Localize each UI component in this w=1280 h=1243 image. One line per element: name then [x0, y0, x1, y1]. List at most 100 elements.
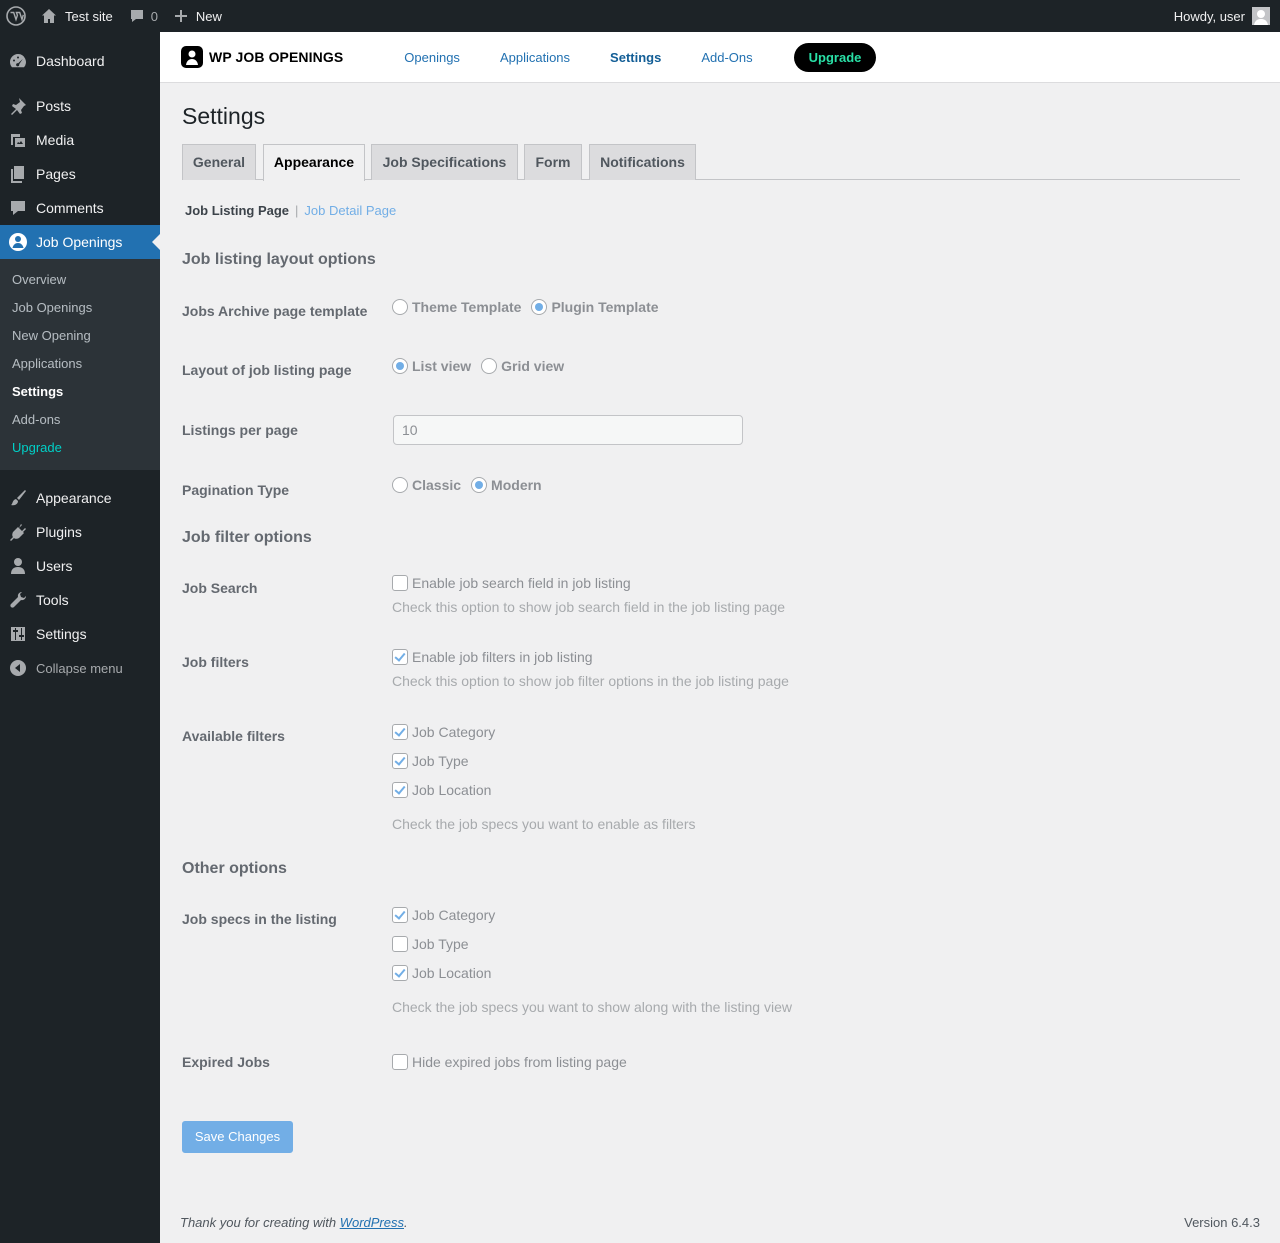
checkbox-label: Job Type — [412, 753, 469, 769]
job-search-checkbox[interactable] — [392, 575, 408, 591]
radio-control[interactable] — [392, 477, 408, 493]
checkbox-control[interactable] — [392, 753, 408, 769]
sidebar-item-label: Users — [36, 558, 73, 574]
admin-bar: Test site 0 New Howdy, user — [0, 0, 1280, 32]
job-filters-checkbox[interactable] — [392, 649, 408, 665]
listings-per-page-input[interactable]: 10 — [393, 415, 743, 445]
sidebar-item-dashboard[interactable]: Dashboard — [0, 44, 160, 78]
comment-icon — [130, 10, 143, 22]
filter-job-type[interactable]: Job Type — [392, 753, 469, 769]
subnav-job-listing-page[interactable]: Job Listing Page — [185, 203, 289, 218]
submenu-add-ons[interactable]: Add-ons — [0, 406, 160, 434]
sidebar-item-pages[interactable]: Pages — [0, 157, 160, 191]
job-search-option[interactable]: Enable job search field in job listing — [392, 575, 631, 591]
pagination-type-label: Pagination Type — [182, 482, 290, 498]
job-search-label: Job Search — [182, 580, 258, 596]
sidebar-item-media[interactable]: Media — [0, 123, 160, 157]
archive-template-radio-group: Theme Template Plugin Template — [392, 299, 669, 315]
collapse-menu-button[interactable]: Collapse menu — [0, 651, 160, 685]
radio-control[interactable] — [471, 477, 488, 493]
tab-form[interactable]: Form — [524, 144, 582, 180]
radio-list-view[interactable]: List view — [392, 358, 471, 374]
radio-classic[interactable]: Classic — [392, 477, 461, 493]
radio-plugin-template[interactable]: Plugin Template — [531, 299, 659, 315]
comments-link[interactable]: 0 — [121, 0, 166, 32]
plugin-nav-applications[interactable]: Applications — [500, 50, 570, 65]
radio-control[interactable] — [531, 299, 548, 315]
tab-notifications[interactable]: Notifications — [589, 144, 696, 180]
sidebar-item-plugins[interactable]: Plugins — [0, 515, 160, 549]
radio-control[interactable] — [481, 358, 498, 374]
filter-job-location[interactable]: Job Location — [392, 782, 491, 798]
checkbox-control[interactable] — [392, 936, 408, 952]
wordpress-link[interactable]: WordPress — [340, 1215, 404, 1230]
sidebar-item-label: Media — [36, 132, 75, 148]
plugin-nav-settings[interactable]: Settings — [610, 50, 661, 65]
sidebar-item-job-openings[interactable]: Job Openings — [0, 225, 160, 259]
submenu-settings[interactable]: Settings — [0, 378, 160, 406]
radio-theme-template[interactable]: Theme Template — [392, 299, 521, 315]
checkbox-control[interactable] — [392, 907, 408, 923]
wordpress-logo-icon[interactable] — [0, 0, 33, 32]
save-changes-button[interactable]: Save Changes — [182, 1121, 293, 1153]
sidebar-item-tools[interactable]: Tools — [0, 583, 160, 617]
sidebar-item-appearance[interactable]: Appearance — [0, 481, 160, 515]
spec-job-location[interactable]: Job Location — [392, 965, 491, 981]
job-search-description: Check this option to show job search fie… — [392, 599, 786, 615]
plugin-nav-add-ons[interactable]: Add-Ons — [701, 50, 752, 65]
checkbox-control[interactable] — [392, 965, 408, 981]
sidebar-item-comments[interactable]: Comments — [0, 191, 160, 225]
footer-thanks: Thank you for creating with WordPress. — [180, 1215, 408, 1230]
checkbox-label: Enable job search field in job listing — [412, 575, 631, 591]
spec-job-category[interactable]: Job Category — [392, 907, 495, 923]
plugin-nav-openings[interactable]: Openings — [404, 50, 460, 65]
sidebar-item-users[interactable]: Users — [0, 549, 160, 583]
radio-modern[interactable]: Modern — [471, 477, 542, 493]
job-filters-option[interactable]: Enable job filters in job listing — [392, 649, 593, 665]
footer-thanks-text: Thank you for creating with — [180, 1215, 340, 1230]
section-title-other: Other options — [182, 860, 287, 877]
plugin-nav: Openings Applications Settings Add-Ons U… — [404, 42, 877, 72]
new-label: New — [195, 8, 222, 24]
media-icon — [0, 130, 36, 150]
user-icon — [0, 556, 36, 576]
job-filters-description: Check this option to show job filter opt… — [392, 673, 789, 689]
user-account-link[interactable]: Howdy, user — [1166, 0, 1280, 32]
tab-general[interactable]: General — [182, 144, 256, 180]
submenu-job-openings[interactable]: Job Openings — [0, 294, 160, 322]
submenu-upgrade[interactable]: Upgrade — [0, 434, 160, 462]
spec-job-type[interactable]: Job Type — [392, 936, 469, 952]
checkbox-control[interactable] — [392, 782, 408, 798]
plugin-header: WP JOB OPENINGS Openings Applications Se… — [160, 32, 1280, 83]
expired-jobs-option[interactable]: Hide expired jobs from listing page — [392, 1054, 627, 1070]
sidebar-item-settings[interactable]: Settings — [0, 617, 160, 651]
checkbox-control[interactable] — [392, 724, 408, 740]
section-title-filters: Job filter options — [182, 529, 312, 546]
submenu-overview[interactable]: Overview — [0, 266, 160, 294]
submenu-applications[interactable]: Applications — [0, 350, 160, 378]
checkbox-label: Job Location — [412, 782, 492, 798]
page-title: Settings — [182, 103, 266, 129]
pin-icon — [0, 96, 36, 116]
radio-control[interactable] — [392, 299, 408, 315]
appearance-subnav: Job Listing Page | Job Detail Page — [185, 203, 396, 218]
site-name-link[interactable]: Test site — [33, 0, 121, 32]
available-filters-description: Check the job specs you want to enable a… — [392, 816, 696, 832]
expired-jobs-checkbox[interactable] — [392, 1054, 408, 1070]
radio-control[interactable] — [392, 358, 408, 374]
sidebar-item-label: Comments — [36, 200, 104, 216]
sidebar-item-posts[interactable]: Posts — [0, 89, 160, 123]
submenu-new-opening[interactable]: New Opening — [0, 322, 160, 350]
subnav-separator: | — [295, 203, 299, 218]
tab-job-specifications[interactable]: Job Specifications — [371, 144, 518, 180]
plugin-logo[interactable]: WP JOB OPENINGS — [181, 46, 343, 68]
subnav-job-detail-page[interactable]: Job Detail Page — [304, 203, 396, 218]
section-title-layout: Job listing layout options — [182, 251, 376, 268]
new-content-link[interactable]: New — [166, 0, 230, 32]
tab-appearance[interactable]: Appearance — [263, 144, 365, 181]
upgrade-button[interactable]: Upgrade — [793, 42, 877, 72]
filter-job-category[interactable]: Job Category — [392, 724, 495, 740]
sidebar-item-label: Tools — [36, 592, 69, 608]
radio-grid-view[interactable]: Grid view — [481, 358, 564, 374]
layout-label: Layout of job listing page — [182, 362, 352, 378]
